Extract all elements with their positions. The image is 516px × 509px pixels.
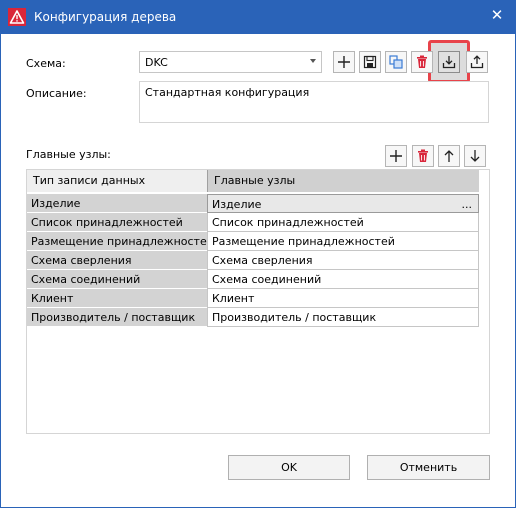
app-warning-icon [8,8,26,26]
close-icon[interactable]: ✕ [486,4,508,26]
table-row[interactable]: Производитель / поставщик Производитель … [27,308,479,327]
add-node-button[interactable] [385,145,407,167]
row-node[interactable]: Схема сверления [207,251,479,270]
main-nodes-grid: Тип записи данных Главные узлы Изделие И… [26,169,490,434]
save-schema-button[interactable] [359,51,381,73]
table-row[interactable]: Изделие Изделие... [27,194,479,213]
row-node[interactable]: Клиент [207,289,479,308]
delete-icon [417,55,427,68]
export-icon [470,55,484,69]
arrow-down-icon [470,150,480,162]
schema-dropdown[interactable]: DKC [139,51,322,73]
plus-icon [390,150,402,162]
description-value: Стандартная конфигурация [145,86,310,99]
title-bar: Конфигурация дерева ✕ [0,0,516,34]
copy-schema-button[interactable] [385,51,407,73]
export-schema-button[interactable] [466,51,488,73]
row-node: Изделие [212,198,262,211]
table-row[interactable]: Клиент Клиент [27,289,479,308]
ellipsis-button[interactable]: ... [462,195,473,212]
plus-icon [338,56,350,68]
row-type: Размещение принадлежностей [27,232,207,251]
save-icon [363,55,377,69]
row-node[interactable]: Производитель / поставщик [207,308,479,327]
description-field[interactable]: Стандартная конфигурация [139,81,489,123]
column-header-nodes[interactable]: Главные узлы [207,170,479,192]
main-nodes-label: Главные узлы: [26,148,111,161]
row-node[interactable]: Размещение принадлежностей [207,232,479,251]
cancel-button[interactable]: Отменить [367,455,490,480]
window-title: Конфигурация дерева [34,10,177,24]
row-type: Схема сверления [27,251,207,270]
column-header-type[interactable]: Тип записи данных [27,170,207,192]
row-node[interactable]: Схема соединений [207,270,479,289]
import-icon [442,56,456,69]
schema-value: DKC [145,56,168,69]
row-node[interactable]: Список принадлежностей [207,213,479,232]
move-up-button[interactable] [438,145,460,167]
row-type: Производитель / поставщик [27,308,207,327]
add-schema-button[interactable] [333,51,355,73]
move-down-button[interactable] [464,145,486,167]
table-row[interactable]: Список принадлежностей Список принадлежн… [27,213,479,232]
row-type: Клиент [27,289,207,308]
row-type: Список принадлежностей [27,213,207,232]
schema-label: Схема: [26,57,66,70]
table-row[interactable]: Размещение принадлежностей Размещение пр… [27,232,479,251]
delete-node-button[interactable] [412,145,434,167]
import-schema-button[interactable] [438,51,460,73]
row-type: Изделие [27,194,207,213]
row-node-cell[interactable]: Изделие... [207,194,479,213]
table-row[interactable]: Схема сверления Схема сверления [27,251,479,270]
ok-button[interactable]: OK [228,455,350,480]
arrow-up-icon [444,150,454,162]
copy-icon [389,55,403,69]
delete-icon [418,149,428,162]
delete-schema-button[interactable] [411,51,433,73]
table-row[interactable]: Схема соединений Схема соединений [27,270,479,289]
chevron-down-icon [310,59,316,63]
description-label: Описание: [26,87,87,100]
row-type: Схема соединений [27,270,207,289]
